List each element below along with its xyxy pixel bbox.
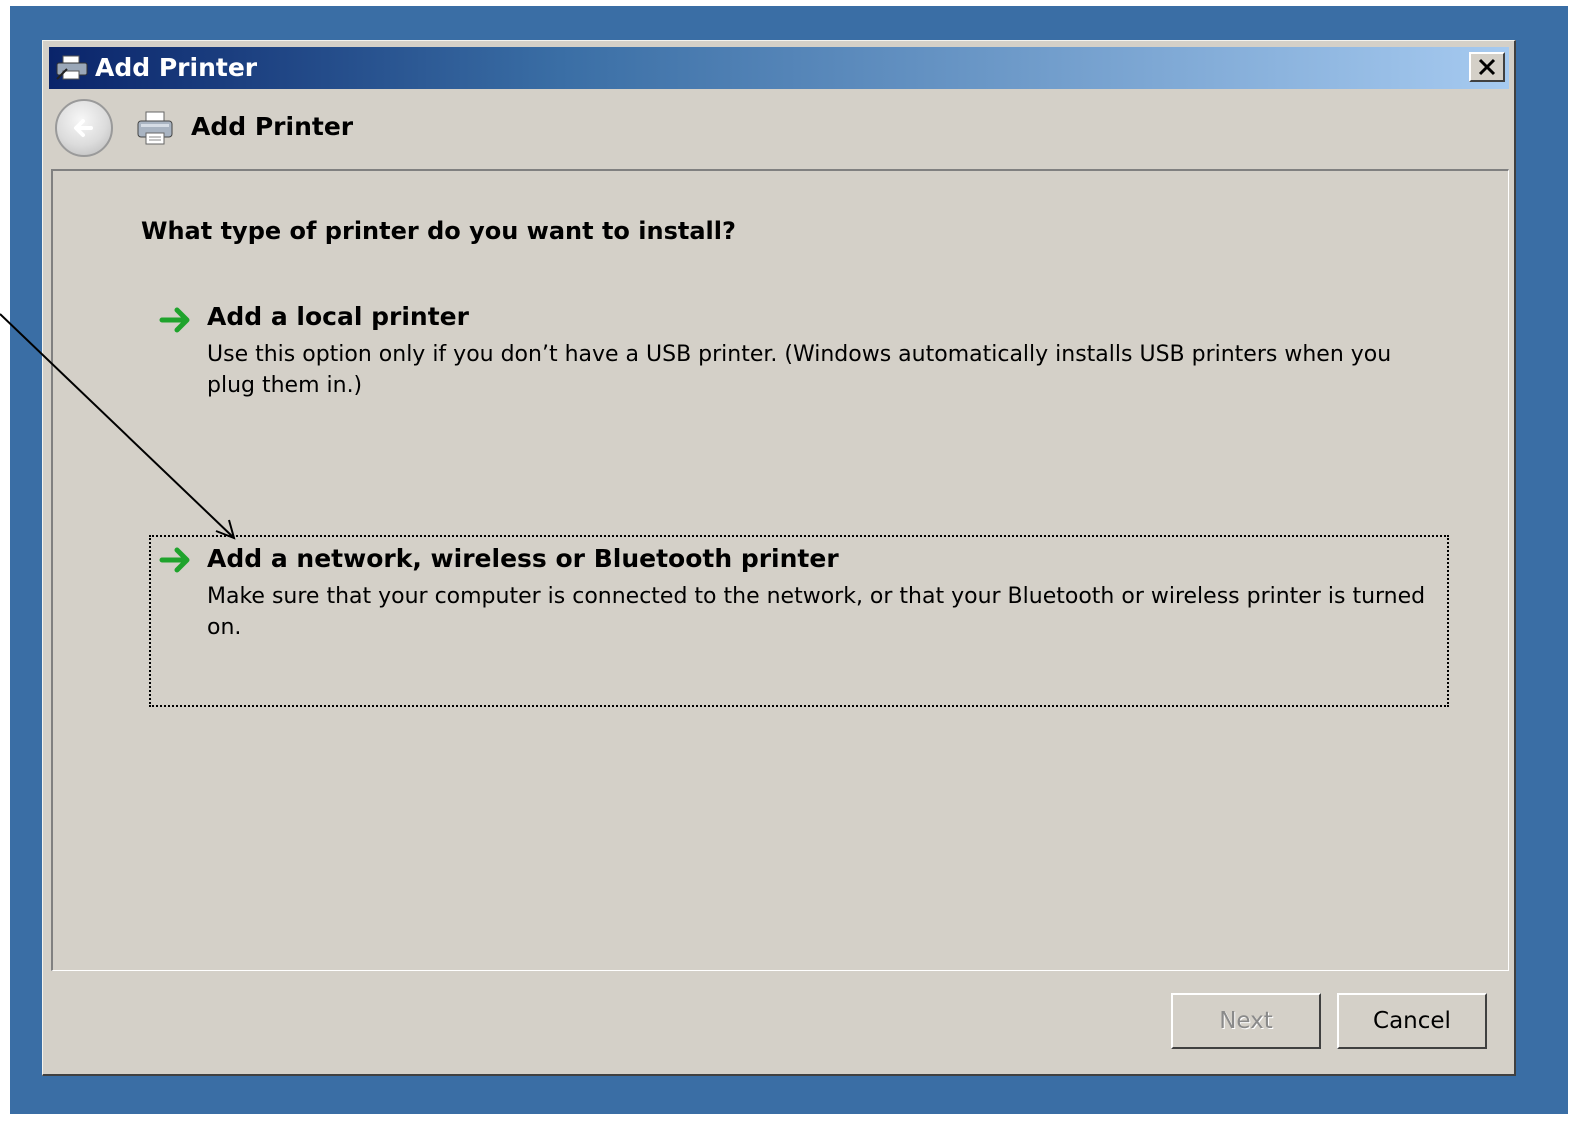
add-printer-dialog: Add Printer Add Printer What type of pri… <box>42 40 1516 1076</box>
add-network-printer-option[interactable]: Add a network, wireless or Bluetooth pri… <box>149 535 1449 707</box>
next-button[interactable]: Next <box>1171 993 1321 1049</box>
question-heading: What type of printer do you want to inst… <box>141 217 736 245</box>
green-arrow-icon <box>159 305 193 335</box>
option-title: Add a network, wireless or Bluetooth pri… <box>207 544 839 573</box>
printer-icon <box>55 55 89 81</box>
page-title: Add Printer <box>191 112 354 141</box>
back-button[interactable] <box>55 99 113 157</box>
printer-icon <box>135 109 175 147</box>
close-button[interactable] <box>1469 52 1505 82</box>
content-panel: What type of printer do you want to inst… <box>51 169 1509 971</box>
add-local-printer-option[interactable]: Add a local printer Use this option only… <box>149 299 1449 449</box>
green-arrow-icon <box>159 545 193 575</box>
cancel-button[interactable]: Cancel <box>1337 993 1487 1049</box>
option-description: Make sure that your computer is connecte… <box>207 584 1426 640</box>
back-arrow-icon <box>74 119 93 137</box>
option-title: Add a local printer <box>207 302 469 331</box>
navigation-bar: Add Printer <box>49 91 1509 163</box>
title-bar[interactable]: Add Printer <box>49 47 1509 89</box>
window-title: Add Printer <box>95 53 258 82</box>
option-description: Use this option only if you don’t have a… <box>207 342 1392 398</box>
close-icon <box>1478 58 1496 76</box>
